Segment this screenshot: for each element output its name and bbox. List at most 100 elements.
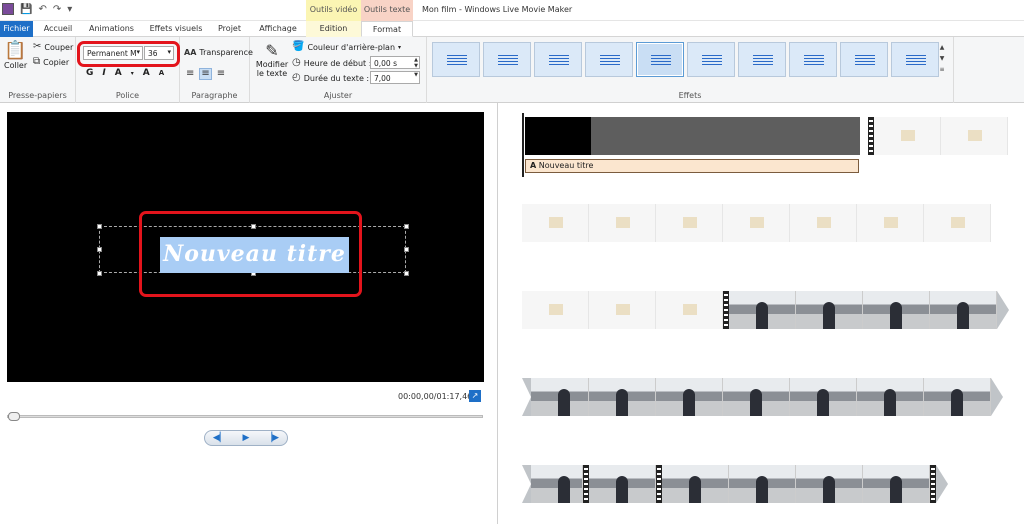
play-icon[interactable]: ▶ — [243, 433, 250, 443]
clip-thumbnail[interactable] — [924, 378, 991, 416]
app-logo-icon[interactable] — [2, 3, 14, 15]
clip-thumbnail[interactable] — [796, 291, 863, 329]
tab-fichier[interactable]: Fichier — [0, 21, 33, 37]
resize-handle[interactable] — [97, 271, 102, 276]
chevron-up-icon[interactable]: ▲ — [937, 42, 947, 53]
effect-thumbnail[interactable] — [534, 42, 582, 77]
effect-thumbnail[interactable] — [687, 42, 735, 77]
duration-input[interactable]: 7,00 ▼ — [370, 71, 420, 84]
clip-thumbnail[interactable] — [863, 291, 930, 329]
seek-thumb[interactable] — [8, 412, 20, 421]
clip-thumbnail[interactable] — [522, 291, 589, 329]
start-time-input[interactable]: 0,00 s ▲ ▼ — [370, 56, 420, 69]
effect-thumbnail-selected[interactable] — [636, 42, 684, 77]
clip-thumbnail[interactable] — [662, 465, 729, 503]
edit-text-button[interactable]: ✎ Modifier le texte — [256, 43, 288, 79]
clip-thumbnail[interactable] — [589, 465, 656, 503]
font-color-dropdown-icon[interactable]: ▾ — [131, 70, 134, 77]
effect-thumbnail[interactable] — [585, 42, 633, 77]
clip-thumbnail[interactable] — [531, 378, 589, 416]
clip-thumbnail[interactable] — [656, 204, 723, 242]
resize-handle[interactable] — [97, 247, 102, 252]
align-center-icon[interactable]: ≡ — [199, 68, 212, 80]
customize-toolbar-icon[interactable]: ▾ — [67, 4, 72, 15]
title-clip[interactable] — [591, 117, 860, 155]
transparency-label: Transparence — [199, 48, 253, 57]
clip-thumbnail[interactable] — [723, 378, 790, 416]
redo-icon[interactable]: ↷ — [53, 4, 61, 15]
tab-projet[interactable]: Projet — [212, 21, 247, 37]
gallery-scroll[interactable]: ▲ ▼ ≡ — [937, 42, 947, 77]
effects-gallery — [432, 42, 939, 77]
clip-thumbnail[interactable] — [723, 204, 790, 242]
effect-thumbnail[interactable] — [483, 42, 531, 77]
resize-handle[interactable] — [404, 247, 409, 252]
clip-thumbnail[interactable] — [531, 465, 583, 503]
clip-thumbnail[interactable] — [790, 378, 857, 416]
playhead[interactable] — [522, 113, 524, 177]
tab-effets-visuels[interactable]: Effets visuels — [145, 21, 207, 37]
caption-clip[interactable]: A Nouveau titre — [525, 159, 859, 173]
start-time-value: 0,00 s — [374, 59, 397, 68]
tab-affichage[interactable]: Affichage — [254, 21, 302, 37]
effect-thumbnail[interactable] — [432, 42, 480, 77]
font-color-button[interactable]: A — [115, 68, 122, 78]
undo-icon[interactable]: ↶ — [38, 4, 46, 15]
clip-thumbnail[interactable] — [589, 204, 656, 242]
chevron-down-icon[interactable]: ▼ — [414, 72, 418, 78]
effect-thumbnail[interactable] — [789, 42, 837, 77]
effect-thumbnail[interactable] — [891, 42, 939, 77]
paste-button[interactable]: 📋 Coller — [4, 42, 27, 71]
tab-format[interactable]: Format — [361, 21, 413, 37]
clip-thumbnail[interactable] — [857, 378, 924, 416]
clip-thumbnail[interactable] — [941, 117, 1008, 155]
save-icon[interactable]: 💾 — [20, 4, 32, 15]
clip-thumbnail[interactable] — [656, 291, 723, 329]
seek-bar[interactable] — [7, 412, 483, 421]
clip-thumbnail[interactable] — [857, 204, 924, 242]
background-color-button[interactable]: 🪣 Couleur d'arrière-plan ▾ — [292, 42, 401, 52]
copy-button[interactable]: ⧉ Copier — [33, 57, 69, 67]
text-icon: A — [530, 161, 537, 170]
bold-button[interactable]: G — [86, 68, 93, 78]
clip-thumbnail[interactable] — [589, 378, 656, 416]
shrink-font-button[interactable]: A — [159, 69, 164, 77]
black-clip[interactable] — [525, 117, 591, 155]
transparency-button[interactable]: AA Transparence — [184, 48, 253, 57]
storyboard-row-1 — [868, 117, 1008, 155]
previous-frame-icon[interactable]: ◀▏ — [213, 433, 227, 443]
clip-thumbnail[interactable] — [924, 204, 991, 242]
cut-button[interactable]: ✂ Couper — [33, 42, 73, 52]
align-left-icon[interactable]: ≡ — [186, 69, 194, 79]
tab-accueil[interactable]: Accueil — [38, 21, 78, 37]
resize-handle[interactable] — [97, 224, 102, 229]
clip-thumbnail[interactable] — [796, 465, 863, 503]
tab-animations[interactable]: Animations — [84, 21, 139, 37]
resize-handle[interactable] — [404, 224, 409, 229]
grow-font-button[interactable]: A — [143, 68, 150, 78]
clip-thumbnail[interactable] — [522, 204, 589, 242]
start-time-row: ◷ Heure de début : — [292, 58, 371, 68]
next-frame-icon[interactable]: ▕▶ — [265, 433, 279, 443]
align-right-icon[interactable]: ≡ — [217, 69, 225, 79]
effect-thumbnail[interactable] — [840, 42, 888, 77]
clip-thumbnail[interactable] — [729, 465, 796, 503]
chevron-down-icon[interactable]: ▼ — [937, 53, 947, 64]
clip-thumbnail[interactable] — [874, 117, 941, 155]
clip-thumbnail[interactable] — [930, 291, 997, 329]
clip-thumbnail[interactable] — [729, 291, 796, 329]
fullscreen-button[interactable]: ↗ — [469, 390, 481, 402]
tab-edition[interactable]: Edition — [306, 21, 361, 37]
clip-thumbnail[interactable] — [589, 291, 656, 329]
resize-handle[interactable] — [404, 271, 409, 276]
clip-thumbnail[interactable] — [790, 204, 857, 242]
clip-thumbnail[interactable] — [656, 378, 723, 416]
video-preview[interactable]: Nouveau titre — [7, 112, 484, 382]
italic-button[interactable]: I — [102, 68, 105, 78]
stopwatch-icon: ◴ — [292, 72, 301, 83]
clock-icon: ◷ — [292, 57, 301, 68]
gallery-more-icon[interactable]: ≡ — [937, 64, 947, 75]
effect-thumbnail[interactable] — [738, 42, 786, 77]
clip-thumbnail[interactable] — [863, 465, 930, 503]
spinner-icon[interactable]: ▲ ▼ — [414, 57, 418, 69]
